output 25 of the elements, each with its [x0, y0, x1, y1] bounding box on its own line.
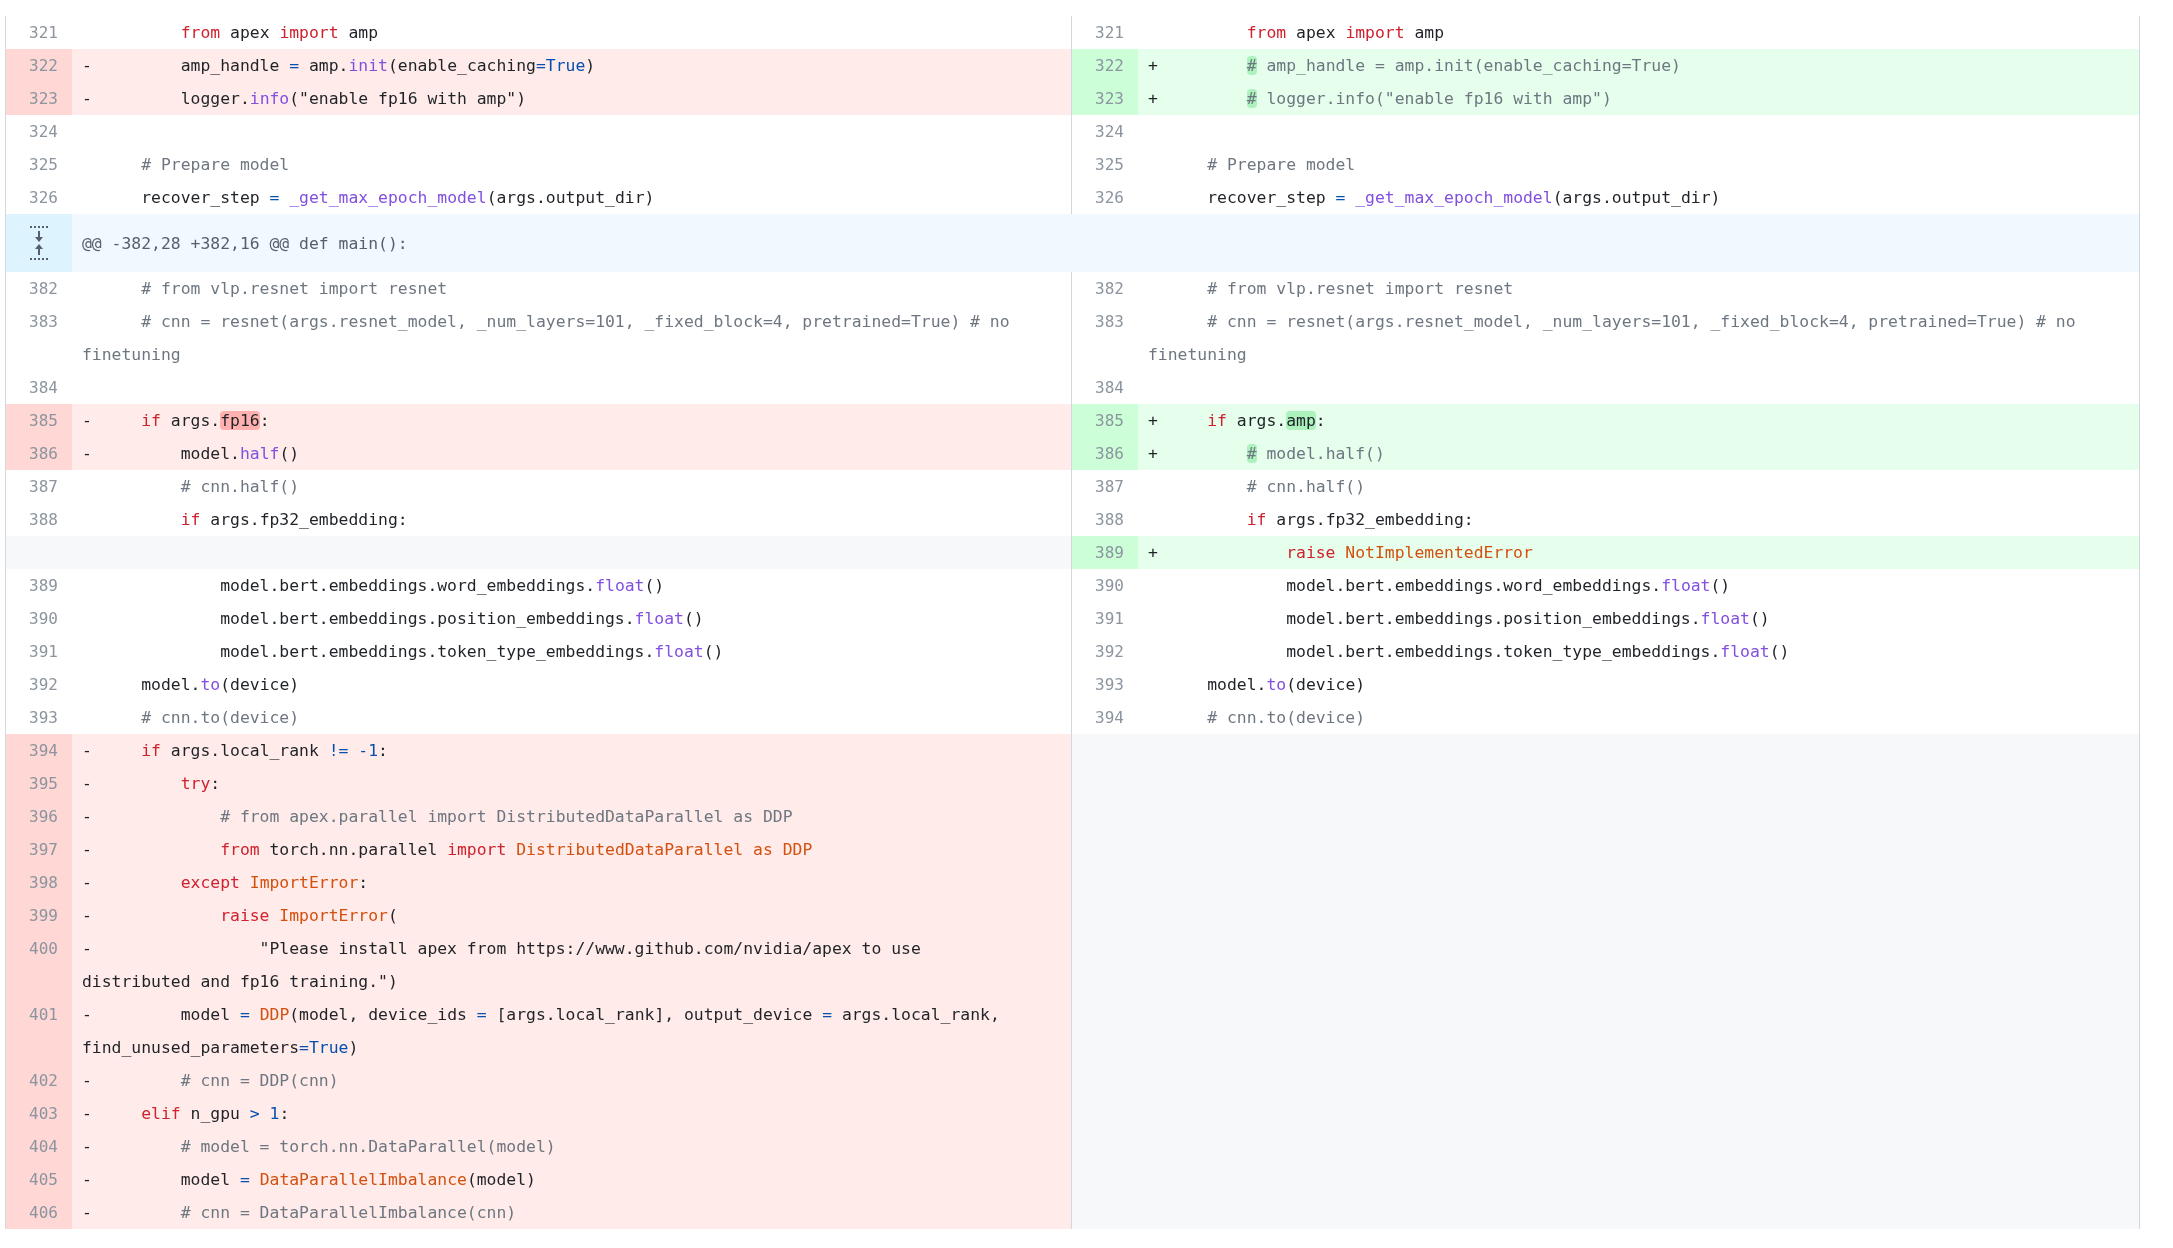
- line-number: 399: [6, 899, 72, 932]
- line-number: 385: [1072, 404, 1138, 437]
- line-number: 403: [6, 1097, 72, 1130]
- line-number: 395: [6, 767, 72, 800]
- line-number: 406: [6, 1196, 72, 1229]
- line-number: 323: [6, 82, 72, 115]
- hunk-header: @@ -382,28 +382,16 @@ def main():: [72, 214, 2139, 272]
- line-number: 322: [6, 49, 72, 82]
- line-number: 404: [6, 1130, 72, 1163]
- line-number: 386: [1072, 437, 1138, 470]
- line-number: 402: [6, 1064, 72, 1097]
- expand-icon: [29, 225, 49, 261]
- line-number: 396: [6, 800, 72, 833]
- line-number: 405: [6, 1163, 72, 1196]
- line-number: 397: [6, 833, 72, 866]
- expand-button[interactable]: [6, 214, 72, 272]
- line-number: 398: [6, 866, 72, 899]
- line-number: 401: [6, 998, 72, 1064]
- line-number: 322: [1072, 49, 1138, 82]
- line-number: 386: [6, 437, 72, 470]
- line-number: 323: [1072, 82, 1138, 115]
- line-number: 389: [1072, 536, 1138, 569]
- line-number: 394: [6, 734, 72, 767]
- line-number: 400: [6, 932, 72, 998]
- line-number: 385: [6, 404, 72, 437]
